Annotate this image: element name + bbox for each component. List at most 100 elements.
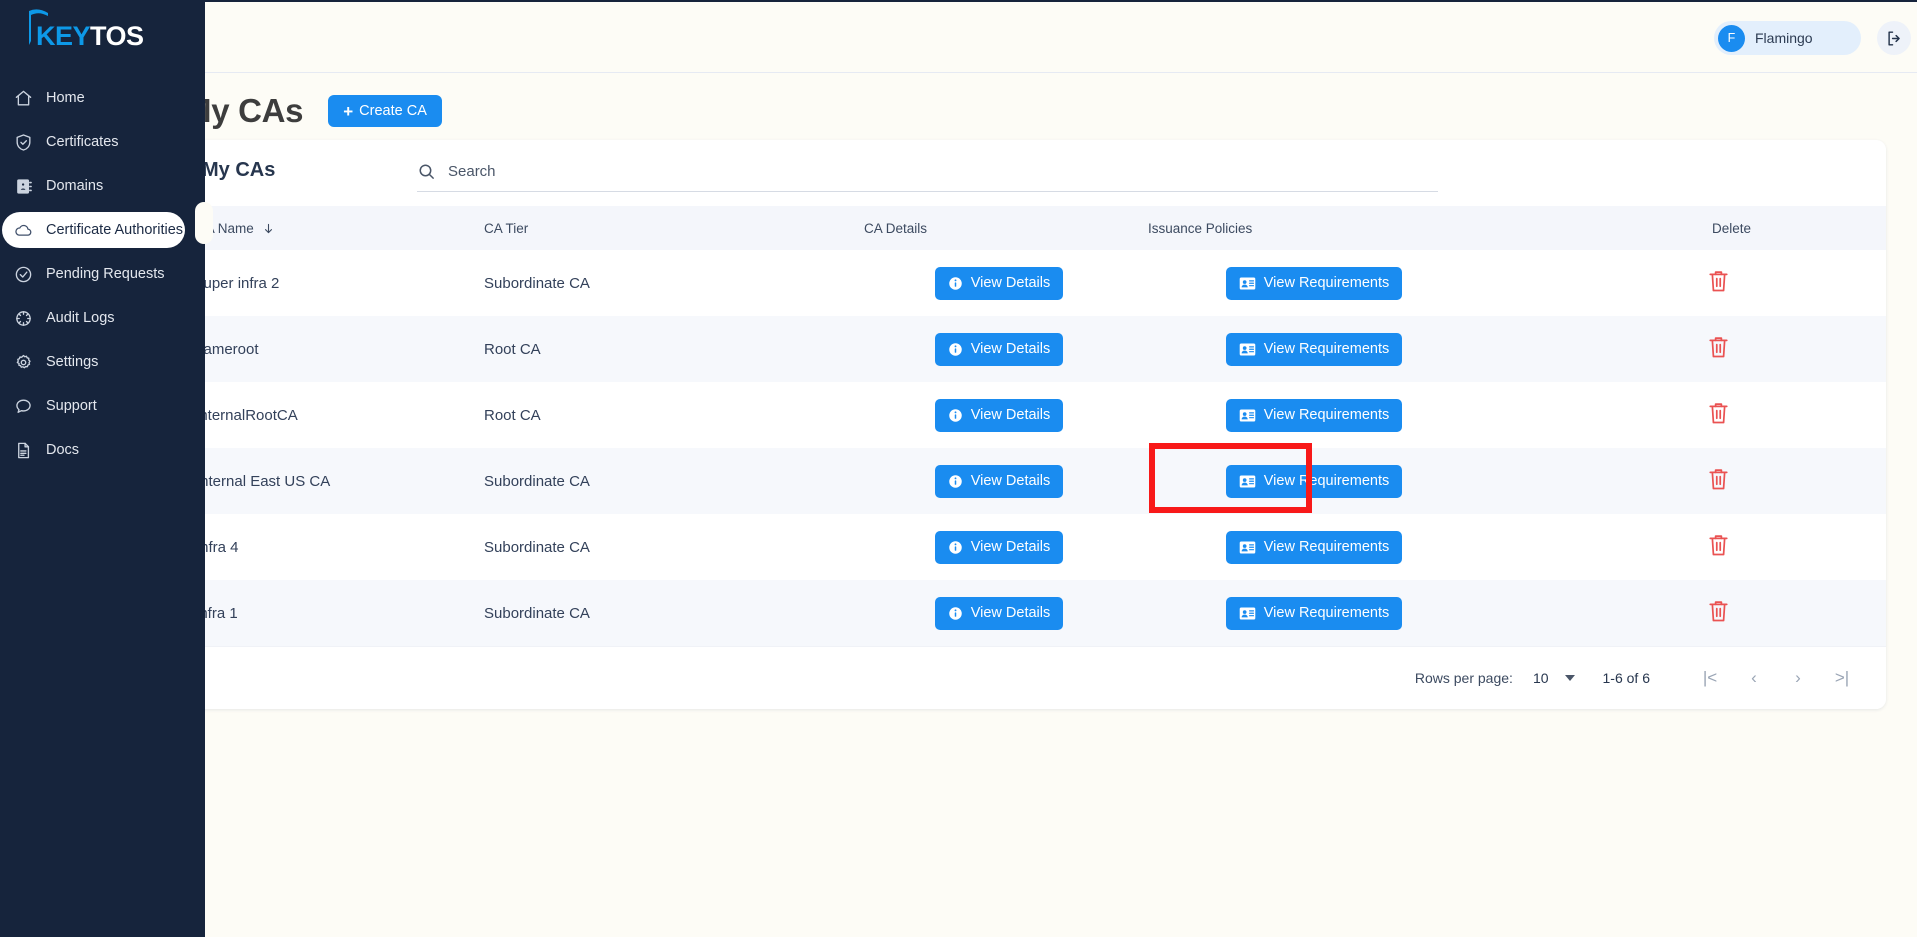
delete-button[interactable] <box>1707 599 1730 624</box>
create-ca-button-label: Create CA <box>359 103 427 119</box>
home-icon <box>14 89 33 108</box>
info-circle-icon <box>948 540 962 554</box>
table-row: internalRootCA Root CA View Details View Re… <box>182 382 1886 448</box>
delete-button[interactable] <box>1707 467 1730 492</box>
sidebar-item-domains[interactable]: Domains <box>0 168 205 204</box>
pagination-range-label: 1-6 of 6 <box>1602 670 1650 686</box>
user-name-label: Flamingo <box>1755 30 1813 46</box>
sidebar-item-docs[interactable]: Docs <box>0 432 205 468</box>
card-title: My CAs <box>202 159 276 181</box>
rows-per-page-value: 10 <box>1532 670 1549 686</box>
column-header-ca-tier: CA Tier <box>470 206 850 250</box>
chat-bubble-icon <box>14 397 33 416</box>
first-page-button[interactable]: |< <box>1688 661 1732 695</box>
id-card-icon <box>1239 540 1256 554</box>
table-row: Infra 4 Subordinate CA View Details View Re… <box>182 514 1886 580</box>
info-circle-icon <box>948 474 962 488</box>
delete-button[interactable] <box>1707 269 1730 294</box>
previous-page-button[interactable]: ‹ <box>1732 661 1776 695</box>
view-requirements-button[interactable]: View Requirements <box>1225 530 1403 564</box>
view-details-button-label: View Details <box>970 407 1051 423</box>
column-header-label: Delete <box>1712 220 1752 236</box>
cell-issuance-policies: View Requirements <box>1134 448 1480 514</box>
sidebar-item-label: Settings <box>46 354 99 370</box>
view-details-button[interactable]: View Details <box>934 530 1064 564</box>
trash-icon <box>1709 402 1728 423</box>
view-details-button[interactable]: View Details <box>934 464 1064 498</box>
view-requirements-button-label: View Requirements <box>1263 341 1390 357</box>
view-details-button[interactable]: View Details <box>934 332 1064 366</box>
view-requirements-button[interactable]: View Requirements <box>1225 266 1403 300</box>
table-head: CA Name CA Tier CA Details Issuance Poli… <box>182 206 1886 250</box>
search-field[interactable] <box>417 156 1438 192</box>
cell-issuance-policies: View Requirements <box>1134 580 1480 646</box>
last-page-button[interactable]: >| <box>1820 661 1864 695</box>
cell-ca-details: View Details <box>850 448 1134 514</box>
cell-ca-name: infra 1 <box>196 604 238 622</box>
sidebar-item-label: Audit Logs <box>46 310 115 326</box>
keytos-logo[interactable]: KEYTOS <box>29 9 168 60</box>
sidebar-item-certificates[interactable]: Certificates <box>0 124 205 160</box>
cell-ca-tier: Root CA <box>484 340 541 358</box>
circle-check-icon <box>14 265 33 284</box>
cell-ca-tier: Subordinate CA <box>484 604 590 622</box>
view-requirements-button[interactable]: View Requirements <box>1225 398 1403 432</box>
info-circle-icon <box>948 342 962 356</box>
view-details-button-label: View Details <box>970 605 1051 621</box>
cell-ca-details: View Details <box>850 580 1134 646</box>
rows-per-page-label: Rows per page: <box>1414 670 1513 686</box>
ca-table-card: My CAs Search CA Name CA Tier CA Details… <box>182 140 1886 709</box>
cell-ca-name: super infra 2 <box>196 274 280 292</box>
sidebar-item-settings[interactable]: Settings <box>0 344 205 380</box>
page-body: My CAs + Create CA My CAs Search CA Name… <box>168 73 1917 937</box>
sidebar-collapse-handle[interactable] <box>195 202 213 244</box>
view-requirements-button-label: View Requirements <box>1263 407 1390 423</box>
view-requirements-button[interactable]: View Requirements <box>1225 464 1403 498</box>
sidebar-item-home[interactable]: Home <box>0 80 205 116</box>
document-icon <box>14 441 33 460</box>
view-details-button[interactable]: View Details <box>934 596 1064 630</box>
delete-button[interactable] <box>1707 335 1730 360</box>
trash-icon <box>1709 534 1728 555</box>
view-details-button[interactable]: View Details <box>934 398 1064 432</box>
page-header: My CAs + Create CA <box>184 92 442 130</box>
cell-delete <box>1480 514 1886 580</box>
sidebar-item-pending-requests[interactable]: Pending Requests <box>0 256 205 292</box>
chevron-down-icon <box>1564 675 1575 681</box>
view-requirements-button[interactable]: View Requirements <box>1225 332 1403 366</box>
cell-ca-tier: Root CA <box>484 406 541 424</box>
view-details-button[interactable]: View Details <box>934 266 1064 300</box>
column-header-ca-name[interactable]: CA Name <box>182 206 470 250</box>
sidebar-item-certificate-authorities[interactable]: Certificate Authorities <box>2 212 185 248</box>
sidebar-item-audit-logs[interactable]: Audit Logs <box>0 300 205 336</box>
contact-book-icon <box>14 177 33 196</box>
cell-issuance-policies: View Requirements <box>1134 250 1480 316</box>
search-icon <box>419 164 434 179</box>
rows-per-page-select[interactable]: 10 <box>1533 670 1575 686</box>
trash-icon <box>1709 600 1728 621</box>
view-details-button-label: View Details <box>970 275 1051 291</box>
delete-button[interactable] <box>1707 533 1730 558</box>
audit-target-icon <box>14 309 33 328</box>
id-card-icon <box>1239 474 1256 488</box>
create-ca-button[interactable]: + Create CA <box>328 95 442 127</box>
pagination-bar: Rows per page: 10 1-6 of 6 |< ‹ › >| <box>182 646 1886 709</box>
sidebar-item-support[interactable]: Support <box>0 388 205 424</box>
logout-button[interactable] <box>1877 21 1911 55</box>
cell-delete <box>1480 448 1886 514</box>
id-card-icon <box>1239 606 1256 620</box>
view-requirements-button-label: View Requirements <box>1263 605 1390 621</box>
cell-issuance-policies: View Requirements <box>1134 382 1480 448</box>
search-input[interactable] <box>448 158 1398 185</box>
next-page-button[interactable]: › <box>1776 661 1820 695</box>
user-menu[interactable]: F Flamingo <box>1714 21 1861 55</box>
view-requirements-button[interactable]: View Requirements <box>1225 596 1403 630</box>
sidebar-nav: Home Certificates Domains Certificate Au… <box>0 80 205 476</box>
table-row: super infra 2 Subordinate CA View Details V… <box>182 250 1886 316</box>
cloud-icon <box>14 221 33 240</box>
sidebar-item-label: Docs <box>46 442 80 458</box>
cell-ca-tier: Subordinate CA <box>484 274 590 292</box>
delete-button[interactable] <box>1707 401 1730 426</box>
table-row: infra 1 Subordinate CA View Details View Re… <box>182 580 1886 646</box>
view-details-button-label: View Details <box>970 341 1051 357</box>
